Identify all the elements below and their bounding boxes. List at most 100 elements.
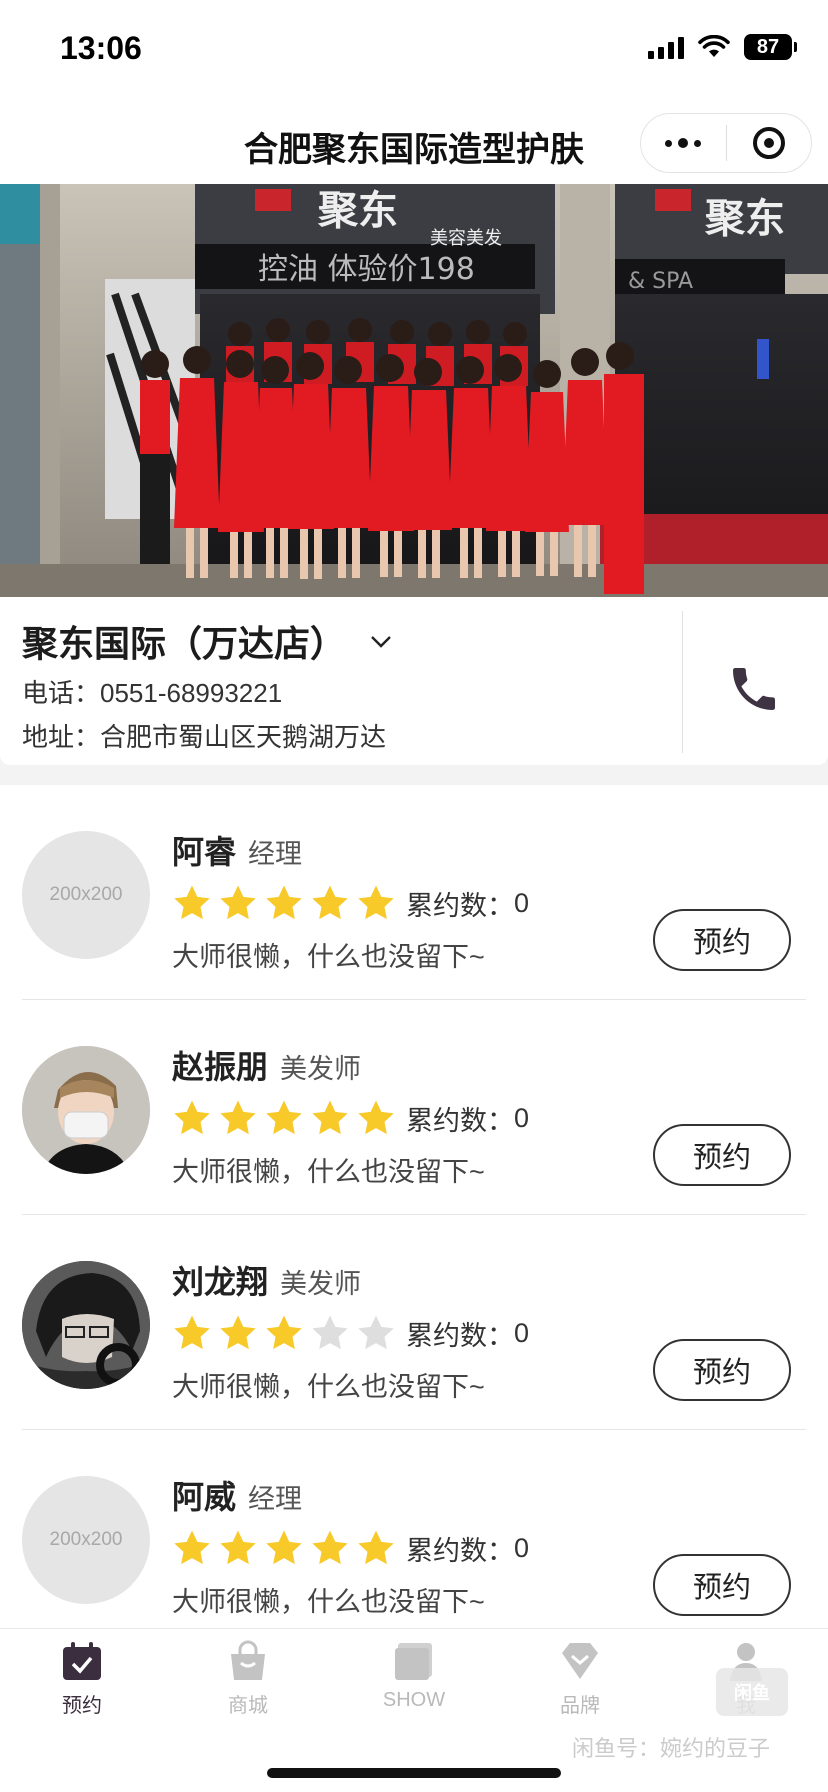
- star-rating: 累约数： 0: [172, 1311, 529, 1355]
- star-empty-icon: [312, 1315, 348, 1350]
- stylist-name: 阿威: [172, 1479, 237, 1515]
- count-label: 累约数：: [406, 890, 514, 921]
- chevron-down-icon: [371, 636, 391, 648]
- home-indicator[interactable]: [267, 1768, 561, 1778]
- store-address: 地址：合肥市蜀山区天鹅湖万达: [22, 722, 387, 752]
- spa-text: & SPA: [628, 269, 693, 294]
- count-value: 0: [514, 1102, 530, 1133]
- stars-container: [172, 1528, 402, 1568]
- store-name: 聚东国际（万达店）: [22, 623, 347, 664]
- star-filled-icon: [312, 1100, 348, 1135]
- avatar-photo: [22, 1046, 150, 1174]
- status-bar: 13:06 87: [0, 0, 828, 100]
- avatar: [22, 1261, 150, 1389]
- avatar: [22, 1046, 150, 1174]
- list-item: 200x200 阿睿 经理 累约数： 0 大师很懒，什么也没留下~ 预约: [0, 785, 828, 1000]
- book-button[interactable]: 预约: [653, 1554, 791, 1616]
- store-info-card: 聚东国际（万达店） 电话：0551-68993221 地址：合肥市蜀山区天鹅湖万…: [0, 597, 828, 765]
- stars-container: [172, 1313, 402, 1353]
- more-menu-button[interactable]: [641, 114, 726, 172]
- list-item: 200x200 阿威 经理 累约数： 0 大师很懒，什么也没留下~ 预约: [0, 1430, 828, 1630]
- target-icon: [752, 127, 785, 159]
- stylist-name: 刘龙翔: [172, 1264, 269, 1300]
- star-empty-icon: [358, 1315, 394, 1350]
- tab-label: 预约: [62, 1695, 102, 1717]
- star-filled-icon: [220, 885, 256, 920]
- avatar-placeholder-text: 200x200: [49, 1529, 123, 1550]
- battery-icon: 87: [744, 34, 797, 60]
- star-filled-icon: [358, 885, 394, 920]
- star-filled-icon: [174, 1315, 210, 1350]
- stylist-role: 经理: [248, 1484, 303, 1514]
- star-filled-icon: [220, 1315, 256, 1350]
- star-filled-icon: [312, 1530, 348, 1565]
- tab-label: SHOW: [382, 1689, 446, 1711]
- count-label: 累约数：: [406, 1535, 514, 1566]
- star-filled-icon: [358, 1100, 394, 1135]
- star-filled-icon: [358, 1530, 394, 1565]
- signal-icon: [648, 35, 684, 59]
- sign-left-sub: 美容美发: [430, 228, 502, 249]
- star-filled-icon: [266, 1530, 302, 1565]
- star-filled-icon: [174, 1100, 210, 1135]
- book-button[interactable]: 预约: [653, 1124, 791, 1186]
- star-filled-icon: [220, 1100, 256, 1135]
- gallery-icon: [395, 1643, 432, 1680]
- status-time: 13:06: [60, 30, 142, 66]
- stylist-description: 大师很懒，什么也没留下~: [172, 942, 485, 972]
- sign-right-text: 聚东: [704, 196, 785, 242]
- divider: [682, 611, 683, 753]
- list-item: 刘龙翔 美发师 累约数： 0 大师很懒，什么也没留下~ 预约: [0, 1215, 828, 1430]
- star-filled-icon: [220, 1530, 256, 1565]
- tab-brand[interactable]: 品牌: [520, 1639, 640, 1729]
- watermark-text: 闲鱼号：婉约的豆子: [572, 1736, 771, 1761]
- stylist-role: 美发师: [280, 1054, 362, 1084]
- avatar: 200x200: [22, 1476, 150, 1604]
- stylist-name: 赵振朋: [172, 1049, 269, 1085]
- book-button[interactable]: 预约: [653, 909, 791, 971]
- tab-label: 商城: [228, 1695, 268, 1717]
- watermark-logo: 闲鱼: [716, 1668, 788, 1716]
- list-item: 赵振朋 美发师 累约数： 0 大师很懒，什么也没留下~ 预约: [0, 1000, 828, 1215]
- store-phone: 电话：0551-68993221: [22, 678, 283, 708]
- stylist-description: 大师很懒，什么也没留下~: [172, 1372, 485, 1402]
- diamond-icon: [562, 1643, 598, 1679]
- close-button[interactable]: [727, 114, 812, 172]
- stars-container: [172, 883, 402, 923]
- store-banner: 聚东 美容美发 聚东 控油 体验价198 & SPA: [0, 184, 828, 597]
- phone-icon: [733, 668, 775, 710]
- star-filled-icon: [266, 1315, 302, 1350]
- star-filled-icon: [266, 885, 302, 920]
- stylist-list: 200x200 阿睿 经理 累约数： 0 大师很懒，什么也没留下~ 预约 赵振朋…: [0, 785, 828, 1630]
- tab-mall[interactable]: 商城: [188, 1639, 308, 1729]
- stylist-description: 大师很懒，什么也没留下~: [172, 1157, 485, 1187]
- star-filled-icon: [266, 1100, 302, 1135]
- star-rating: 累约数： 0: [172, 1526, 529, 1570]
- star-rating: 累约数： 0: [172, 881, 529, 925]
- nav-bar: 合肥聚东国际造型护肤: [0, 100, 828, 184]
- stars-container: [172, 1098, 402, 1138]
- status-icons: 87: [648, 34, 797, 60]
- count-label: 累约数：: [406, 1320, 514, 1351]
- avatar-photo: [22, 1261, 150, 1389]
- store-selector[interactable]: 聚东国际（万达店）: [22, 615, 392, 667]
- stylist-description: 大师很懒，什么也没留下~: [172, 1587, 485, 1617]
- storefront-photo: 聚东 美容美发 聚东 控油 体验价198 & SPA: [0, 184, 828, 597]
- call-button[interactable]: [712, 647, 796, 731]
- stylist-name: 阿睿: [172, 834, 237, 870]
- mini-program-capsule: [640, 113, 812, 173]
- book-button[interactable]: 预约: [653, 1339, 791, 1401]
- avatar: 200x200: [22, 831, 150, 959]
- avatar-placeholder-text: 200x200: [49, 884, 123, 905]
- tab-booking[interactable]: 预约: [22, 1639, 142, 1729]
- sign-left-text: 聚东: [317, 188, 398, 234]
- count-value: 0: [514, 887, 530, 918]
- shopping-bag-icon: [231, 1640, 265, 1680]
- count-value: 0: [514, 1532, 530, 1563]
- stylist-role: 美发师: [280, 1269, 362, 1299]
- star-filled-icon: [174, 1530, 210, 1565]
- wifi-icon: [698, 35, 730, 57]
- tab-show[interactable]: SHOW: [354, 1639, 474, 1729]
- star-filled-icon: [312, 885, 348, 920]
- star-filled-icon: [174, 885, 210, 920]
